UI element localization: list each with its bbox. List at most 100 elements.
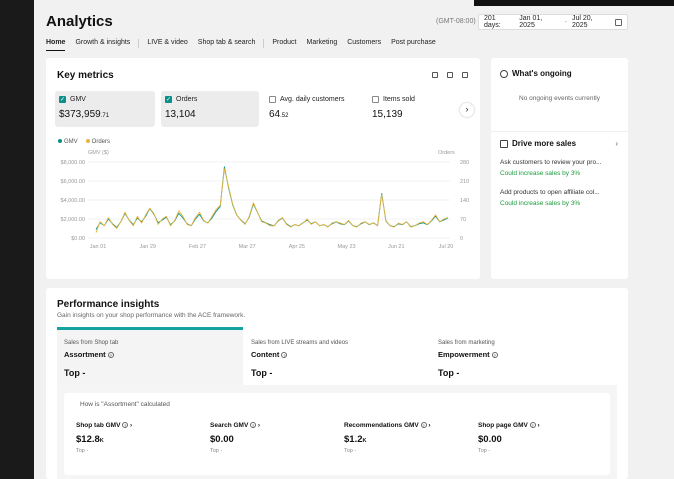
x-tick: Jul 20	[439, 244, 454, 250]
checkbox-icon[interactable]	[372, 96, 379, 103]
nav-product[interactable]: Product	[272, 39, 296, 51]
next-metrics-button[interactable]: ›	[460, 103, 474, 117]
series-line-orders	[95, 168, 449, 233]
ongoing-header: What's ongoing	[500, 69, 572, 78]
nav-customers[interactable]: Customers	[347, 39, 381, 51]
tab-assortment[interactable]: Sales from Shop tab Assortment ? Top -	[57, 327, 243, 385]
checkbox-icon[interactable]: ✓	[59, 96, 66, 103]
sub-metric-shop-tab-gmv[interactable]: Shop tab GMV ? › $12.8K Top -	[76, 422, 132, 454]
help-icon[interactable]: ?	[250, 422, 257, 429]
help-icon[interactable]: ?	[122, 422, 129, 429]
nav-home[interactable]: Home	[46, 39, 66, 51]
drive-sales-note: Could increase sales by 3%	[500, 170, 581, 177]
legend-gmv[interactable]: GMV	[58, 139, 78, 145]
metric-decimals: .52	[280, 113, 289, 119]
nav-shop-tab[interactable]: Shop tab & search	[198, 39, 256, 51]
metric-label: Orders	[176, 96, 198, 103]
tab-source: Sales from marketing	[438, 340, 495, 346]
date-separator: -	[564, 18, 567, 26]
assortment-detail-panel: How is "Assortment" calculated Shop tab …	[57, 385, 617, 479]
page-title: Analytics	[46, 13, 113, 30]
nav-divider	[263, 39, 265, 48]
legend-orders[interactable]: Orders	[85, 139, 110, 145]
metric-value: 64	[269, 109, 281, 120]
sub-metric-recommendations-gmv[interactable]: Recommendations GMV ? › $1.2K Top -	[344, 422, 431, 454]
y-left-tick: $2,000.00	[61, 217, 85, 223]
y-right-tick: 70	[460, 217, 466, 223]
help-icon[interactable]: ?	[107, 352, 114, 359]
help-icon[interactable]: ?	[491, 352, 498, 359]
x-tick: Mar 27	[239, 244, 256, 250]
x-tick: Jan 29	[139, 244, 156, 250]
checkbox-icon[interactable]: ✓	[165, 96, 172, 103]
x-tick: Apr 25	[289, 244, 305, 250]
legend-dot-icon	[58, 139, 62, 144]
analytics-page: Analytics (GMT-08:00) 201 days: Jan 01, …	[34, 0, 674, 479]
sub-metric-search-gmv[interactable]: Search GMV ? › $0.00 Top -	[210, 422, 260, 454]
bolt-icon	[500, 139, 508, 148]
y-right-tick: 210	[460, 179, 469, 185]
metric-gmv[interactable]: ✓ GMV $373,959.71	[55, 91, 155, 127]
range-days: 201 days:	[484, 15, 501, 29]
metric-decimals: .71	[100, 113, 110, 119]
nav-post-purchase[interactable]: Post purchase	[391, 39, 436, 51]
metric-avg-daily-customers[interactable]: Avg. daily customers 64.52	[265, 91, 365, 127]
gmv-orders-chart: $8,000.00 280 $6,000.00 210 $4,000.00 140 $2,0…	[61, 160, 470, 250]
help-icon[interactable]: ?	[529, 422, 536, 429]
y-left-tick: $0.00	[71, 236, 85, 242]
key-metrics-tools	[432, 72, 468, 78]
key-metrics-card: Key metrics ✓ GMV $373,959.71 ✓ Orders 13,…	[46, 58, 480, 279]
metric-items-sold[interactable]: Items sold 15,139	[368, 91, 456, 127]
tab-source: Sales from LIVE streams and videos	[251, 340, 349, 346]
performance-subtitle: Gain insights on your shop performance w…	[57, 312, 246, 319]
metric-value: 13,104	[165, 109, 196, 120]
tab-empowerment[interactable]: Sales from marketing Empowerment ? Top -	[431, 330, 617, 388]
drive-sales-note: Could increase sales by 3%	[500, 200, 581, 207]
top-dark-bar	[474, 0, 674, 6]
settings-icon[interactable]	[462, 72, 468, 78]
tab-rank: Top -	[438, 368, 460, 378]
x-tick: May 23	[338, 244, 356, 250]
nav-live-video[interactable]: LIVE & video	[147, 39, 187, 51]
tab-name: Assortment ?	[64, 350, 114, 359]
y-right-tick: 140	[460, 198, 469, 204]
x-tick: Jan 01	[90, 244, 107, 250]
tab-rank: Top -	[251, 368, 273, 378]
nav-marketing[interactable]: Marketing	[307, 39, 338, 51]
date-start: Jan 01, 2025	[519, 15, 543, 29]
y-left-tick: $6,000.00	[61, 179, 85, 185]
calculation-label: How is "Assortment" calculated	[80, 401, 170, 408]
chevron-right-icon[interactable]: ›	[615, 139, 618, 148]
performance-title: Performance insights	[57, 299, 160, 310]
drive-sales-header[interactable]: Drive more sales	[500, 139, 576, 148]
download-icon[interactable]	[447, 72, 453, 78]
chevron-right-icon: ›	[257, 422, 261, 429]
help-icon[interactable]: ?	[281, 352, 288, 359]
help-icon[interactable]: ?	[420, 422, 427, 429]
drive-sales-item[interactable]: Ask customers to review your pro...	[500, 159, 602, 166]
sub-metric-shop-page-gmv[interactable]: Shop page GMV ? › $0.00 Top -	[478, 422, 540, 454]
metric-value: $373,959	[59, 109, 101, 120]
date-end: Jul 20, 2025	[571, 15, 593, 29]
key-metrics-title: Key metrics	[57, 70, 114, 81]
assortment-detail-box: How is "Assortment" calculated Shop tab …	[64, 393, 610, 475]
metric-label: GMV	[70, 96, 86, 103]
nav-growth[interactable]: Growth & insights	[75, 39, 130, 51]
date-range-picker[interactable]: 201 days: Jan 01, 2025 - Jul 20, 2025	[478, 14, 628, 30]
metric-label: Items sold	[383, 96, 415, 103]
metric-orders[interactable]: ✓ Orders 13,104	[161, 91, 259, 127]
tab-content[interactable]: Sales from LIVE streams and videos Conte…	[244, 330, 430, 388]
checkbox-icon[interactable]	[269, 96, 276, 103]
tab-source: Sales from Shop tab	[64, 340, 119, 346]
ongoing-title: What's ongoing	[512, 69, 572, 78]
chart-type-icon[interactable]	[432, 72, 438, 78]
y-right-tick: 0	[460, 236, 463, 242]
chevron-right-icon: ›	[130, 422, 133, 429]
drive-sales-item[interactable]: Add products to open affiliate col...	[500, 189, 600, 196]
chart-legend: GMV Orders	[58, 139, 110, 145]
tab-name: Empowerment ?	[438, 350, 498, 359]
calendar-icon	[615, 18, 622, 26]
y-left-tick: $8,000.00	[61, 160, 85, 166]
metric-label: Avg. daily customers	[280, 96, 345, 103]
divider	[491, 131, 628, 132]
